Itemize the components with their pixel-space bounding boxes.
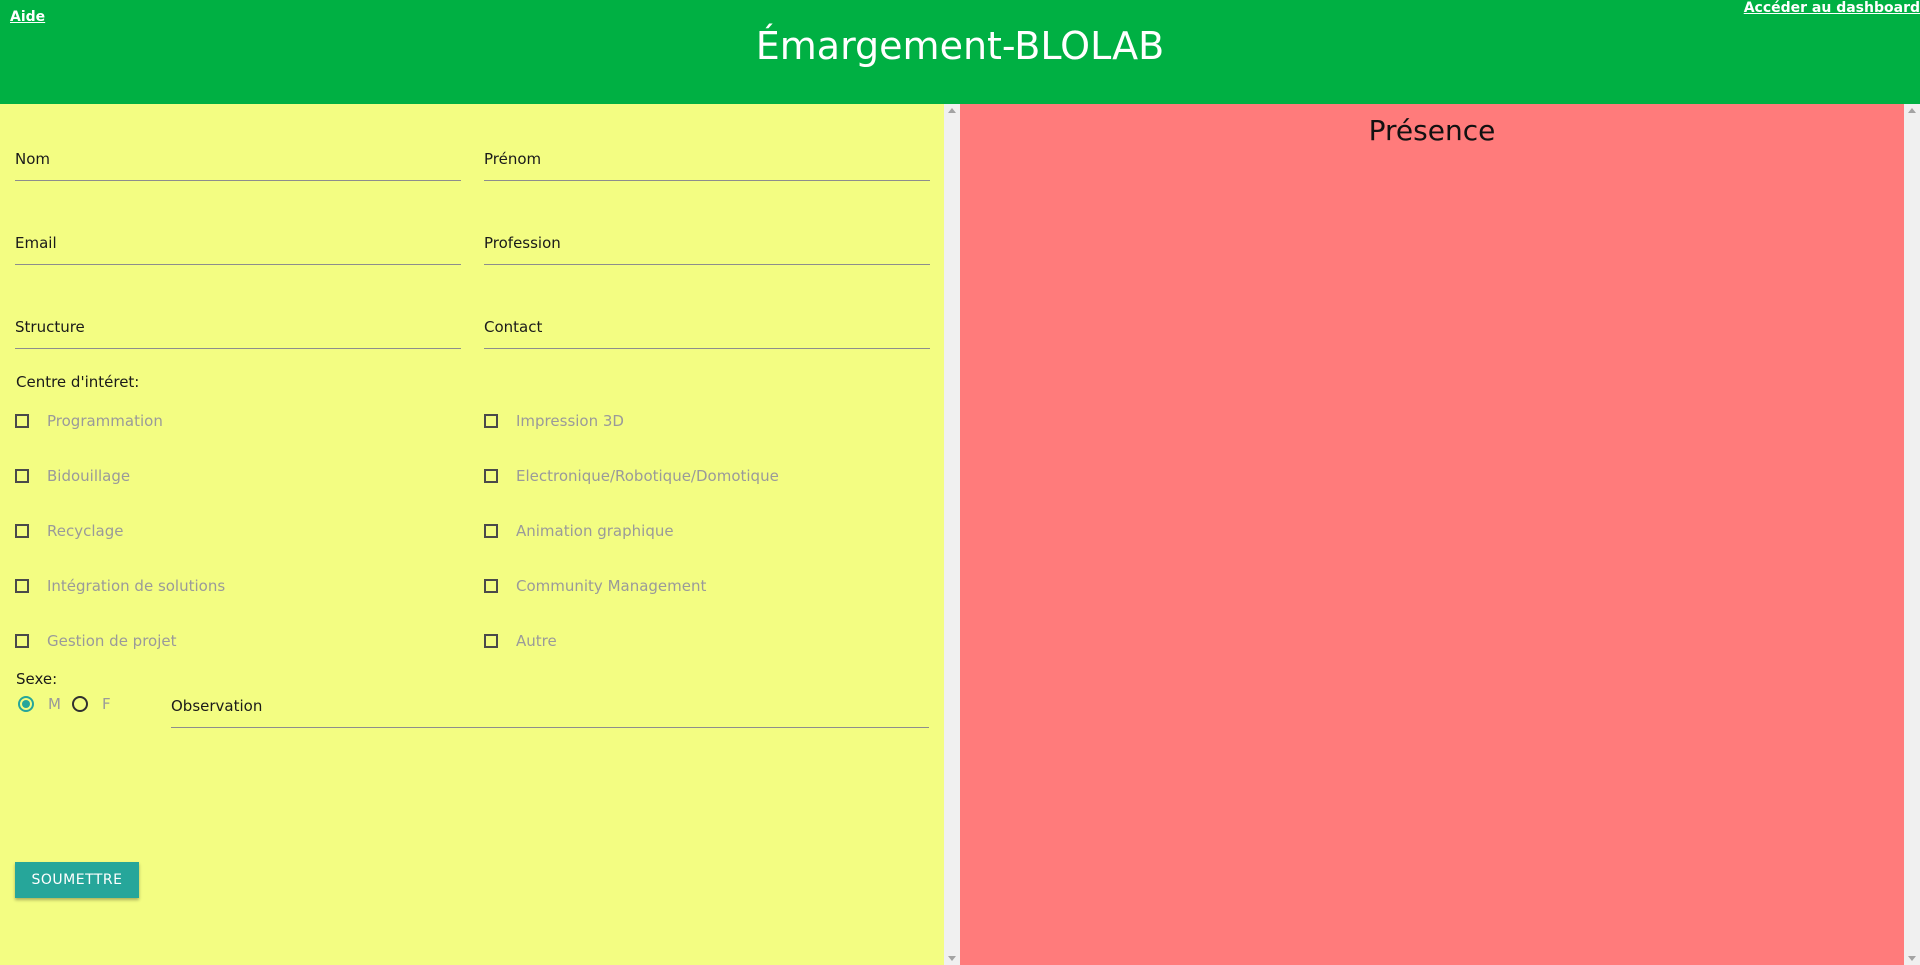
nom-label: Nom	[15, 150, 51, 168]
checkbox-box[interactable]	[484, 634, 498, 648]
checkbox-box[interactable]	[15, 469, 29, 483]
nom-field[interactable]: Nom	[15, 146, 461, 181]
checkbox-box[interactable]	[484, 579, 498, 593]
checkbox-gestion-projet[interactable]: Gestion de projet	[15, 631, 177, 651]
radio-sex-f[interactable]: F	[72, 695, 111, 713]
profession-label: Profession	[484, 234, 561, 252]
checkbox-animation-graphique[interactable]: Animation graphique	[484, 521, 674, 541]
presence-title: Présence	[1368, 114, 1496, 147]
scroll-up-icon[interactable]	[1908, 108, 1916, 113]
page-title: Émargement-BLOLAB	[755, 24, 1165, 68]
profession-field[interactable]: Profession	[484, 230, 930, 265]
checkbox-integration[interactable]: Intégration de solutions	[15, 576, 225, 596]
interests-label: Centre d'intéret:	[16, 373, 140, 391]
dashboard-link[interactable]: Accéder au dashboard	[1744, 0, 1920, 16]
checkbox-box[interactable]	[15, 579, 29, 593]
radio-circle[interactable]	[72, 696, 88, 712]
checkbox-box[interactable]	[484, 524, 498, 538]
checkbox-label: Electronique/Robotique/Domotique	[516, 467, 779, 485]
checkbox-recyclage[interactable]: Recyclage	[15, 521, 123, 541]
presence-panel: Présence	[960, 104, 1904, 965]
prenom-label: Prénom	[484, 150, 542, 168]
structure-field[interactable]: Structure	[15, 314, 461, 349]
checkbox-box[interactable]	[15, 634, 29, 648]
checkbox-label: Programmation	[47, 412, 163, 430]
structure-label: Structure	[15, 318, 85, 336]
radio-circle[interactable]	[18, 696, 34, 712]
prenom-field[interactable]: Prénom	[484, 146, 930, 181]
registration-form: Nom Prénom Email Profession Structure Co…	[0, 104, 944, 965]
checkbox-programmation[interactable]: Programmation	[15, 411, 163, 431]
help-link[interactable]: Aide	[10, 9, 45, 25]
observation-label: Observation	[171, 697, 263, 715]
email-field[interactable]: Email	[15, 230, 461, 265]
form-scrollbar[interactable]	[944, 104, 960, 965]
checkbox-autre[interactable]: Autre	[484, 631, 557, 651]
scroll-up-icon[interactable]	[948, 108, 956, 113]
header-bar: Aide Émargement-BLOLAB Accéder au dashbo…	[0, 0, 1920, 104]
checkbox-impression-3d[interactable]: Impression 3D	[484, 411, 624, 431]
checkbox-electronique[interactable]: Electronique/Robotique/Domotique	[484, 466, 779, 486]
checkbox-label: Impression 3D	[516, 412, 624, 430]
checkbox-box[interactable]	[484, 414, 498, 428]
checkbox-box[interactable]	[484, 469, 498, 483]
checkbox-box[interactable]	[15, 524, 29, 538]
presence-scrollbar[interactable]	[1904, 104, 1920, 965]
checkbox-label: Autre	[516, 632, 557, 650]
checkbox-label: Intégration de solutions	[47, 577, 226, 595]
scroll-down-icon[interactable]	[948, 956, 956, 961]
checkbox-label: Community Management	[516, 577, 707, 595]
checkbox-label: Recyclage	[47, 522, 124, 540]
email-label: Email	[15, 234, 57, 252]
radio-sex-m[interactable]: M	[18, 695, 61, 713]
radio-label: M	[48, 695, 61, 713]
observation-field[interactable]: Observation	[171, 693, 929, 728]
checkbox-label: Bidouillage	[47, 467, 131, 485]
checkbox-box[interactable]	[15, 414, 29, 428]
radio-label: F	[102, 695, 111, 713]
checkbox-bidouillage[interactable]: Bidouillage	[15, 466, 130, 486]
contact-field[interactable]: Contact	[484, 314, 930, 349]
checkbox-label: Animation graphique	[516, 522, 674, 540]
contact-label: Contact	[484, 318, 543, 336]
sex-label: Sexe:	[16, 670, 58, 688]
submit-button[interactable]: SOUMETTRE	[15, 862, 139, 898]
checkbox-community-management[interactable]: Community Management	[484, 576, 706, 596]
checkbox-label: Gestion de projet	[47, 632, 177, 650]
scroll-down-icon[interactable]	[1908, 956, 1916, 961]
